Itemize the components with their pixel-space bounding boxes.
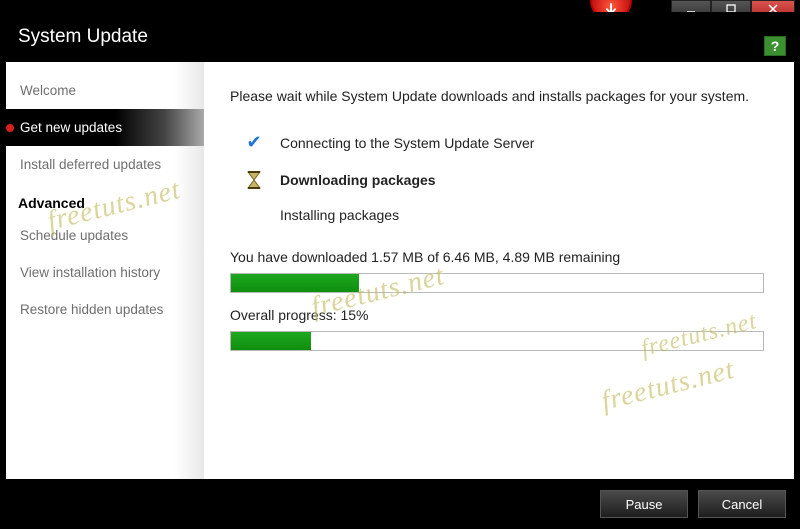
cancel-button[interactable]: Cancel xyxy=(698,490,786,518)
intro-text: Please wait while System Update download… xyxy=(230,88,764,104)
app-title: System Update xyxy=(18,26,148,48)
sidebar-item-get-new-updates[interactable]: Get new updates xyxy=(6,109,204,146)
overall-progress-text: Overall progress: 15% xyxy=(230,307,764,323)
sidebar: Welcome Get new updates Install deferred… xyxy=(6,62,204,479)
overall-progress-fill xyxy=(231,332,311,350)
sidebar-heading-advanced: Advanced xyxy=(6,183,204,217)
hourglass-icon xyxy=(244,171,264,189)
step-connecting: ✔ Connecting to the System Update Server xyxy=(244,132,764,153)
progress-steps: ✔ Connecting to the System Update Server… xyxy=(244,132,764,223)
pause-button[interactable]: Pause xyxy=(600,490,688,518)
step-installing: Installing packages xyxy=(244,207,764,223)
download-progress-bar xyxy=(230,273,764,293)
sidebar-item-schedule-updates[interactable]: Schedule updates xyxy=(6,217,204,254)
sidebar-item-welcome[interactable]: Welcome xyxy=(6,72,204,109)
overall-progress-bar xyxy=(230,331,764,351)
sidebar-item-view-history[interactable]: View installation history xyxy=(6,254,204,291)
footer-bar: Pause Cancel xyxy=(0,479,800,529)
main-panel: Welcome Get new updates Install deferred… xyxy=(6,62,794,479)
step-downloading-label: Downloading packages xyxy=(280,172,436,188)
window-chrome xyxy=(0,0,800,12)
download-progress-fill xyxy=(231,274,359,292)
sidebar-item-restore-hidden[interactable]: Restore hidden updates xyxy=(6,291,204,328)
download-status-text: You have downloaded 1.57 MB of 6.46 MB, … xyxy=(230,249,764,265)
step-downloading: Downloading packages xyxy=(244,171,764,189)
content-area: Please wait while System Update download… xyxy=(204,62,794,479)
step-installing-label: Installing packages xyxy=(280,207,399,223)
help-icon[interactable]: ? xyxy=(764,36,786,56)
step-connecting-label: Connecting to the System Update Server xyxy=(280,135,534,151)
sidebar-item-install-deferred[interactable]: Install deferred updates xyxy=(6,146,204,183)
title-bar: System Update ? xyxy=(0,12,800,62)
check-icon: ✔ xyxy=(244,132,264,153)
